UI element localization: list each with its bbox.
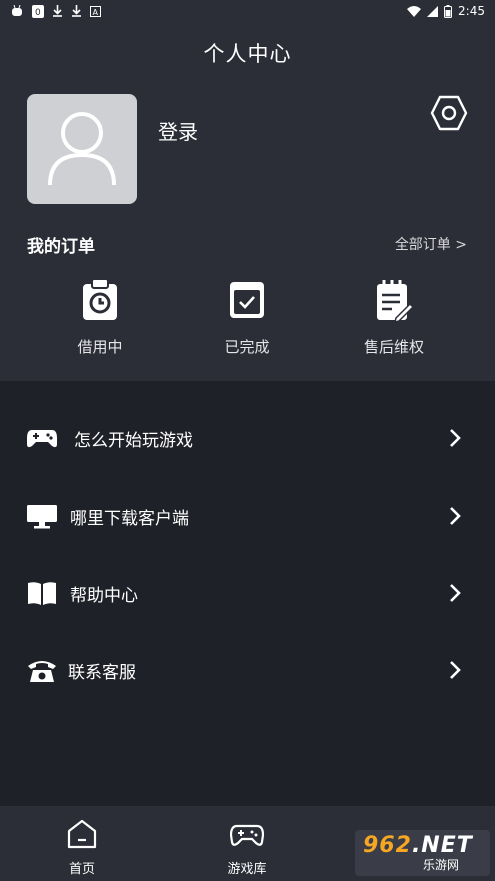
bug-icon: [12, 5, 22, 16]
order-borrowing[interactable]: 借用中: [40, 278, 160, 357]
order-label: 已完成: [224, 338, 270, 356]
order-label: 借用中: [77, 338, 123, 356]
nav-game-library[interactable]: 游戏库: [202, 818, 292, 877]
svg-text:A: A: [93, 8, 99, 17]
signal-icon: [427, 5, 439, 17]
battery-icon: [444, 4, 453, 18]
menu-item-label: 帮助中心: [70, 585, 138, 606]
status-time: 2:45: [458, 4, 485, 18]
monitor-icon: [27, 505, 57, 529]
menu-item-label: 联系客服: [68, 662, 136, 683]
status-left-icons: 0 A: [10, 4, 101, 18]
nav-label: 游戏库: [227, 862, 267, 877]
wifi-icon: [407, 5, 422, 17]
menu-item-download-client[interactable]: 哪里下载客户端: [0, 486, 495, 546]
download-icon: [72, 5, 81, 17]
orders-title: 我的订单: [27, 237, 95, 257]
download-icon: [53, 5, 62, 17]
home-icon: [67, 819, 97, 849]
order-completed[interactable]: 已完成: [187, 278, 307, 357]
profile-panel: 个人中心 登录 我的订单 全部订单 > 借用中 已完成 售后维权: [0, 22, 495, 381]
watermark-brand: 962.NET: [363, 833, 473, 858]
shield-icon: 0: [32, 4, 44, 18]
order-label: 售后维权: [363, 338, 424, 356]
menu-item-help-center[interactable]: 帮助中心: [0, 563, 495, 623]
nav-home[interactable]: 首页: [37, 818, 127, 877]
gamepad-icon: [230, 824, 264, 846]
book-icon: [28, 582, 56, 605]
status-right-icons: 2:45: [407, 4, 485, 18]
checkbox-icon: [230, 282, 264, 318]
chevron-right-icon: [450, 429, 461, 447]
nav-label: 首页: [68, 862, 95, 877]
telephone-icon: [28, 661, 56, 682]
watermark-subtitle: 乐游网: [423, 858, 460, 872]
svg-text:0: 0: [35, 8, 41, 18]
all-orders-link[interactable]: 全部订单 >: [395, 234, 467, 254]
chevron-right-icon: [450, 507, 461, 525]
menu-item-label: 怎么开始玩游戏: [74, 430, 193, 451]
order-after-sales[interactable]: 售后维权: [334, 278, 454, 357]
gamepad-icon: [27, 430, 57, 448]
menu-item-how-to-play[interactable]: 怎么开始玩游戏: [0, 408, 495, 468]
chevron-right-icon: [450, 661, 461, 679]
avatar[interactable]: [27, 94, 137, 204]
login-link[interactable]: 登录: [158, 116, 198, 145]
a-icon: A: [90, 5, 101, 17]
page-title: 个人中心: [203, 42, 292, 66]
notepad-edit-icon: [377, 280, 414, 322]
clipboard-clock-icon: [83, 278, 117, 320]
user-icon: [48, 112, 116, 186]
chevron-right-icon: [450, 584, 461, 602]
settings-icon[interactable]: [430, 94, 468, 132]
menu-item-label: 哪里下载客户端: [70, 508, 189, 529]
watermark-logo: 962.NET 乐游网: [355, 830, 490, 876]
menu-item-contact-service[interactable]: 联系客服: [0, 640, 495, 700]
status-bar: 0 A 2:45: [0, 0, 495, 22]
